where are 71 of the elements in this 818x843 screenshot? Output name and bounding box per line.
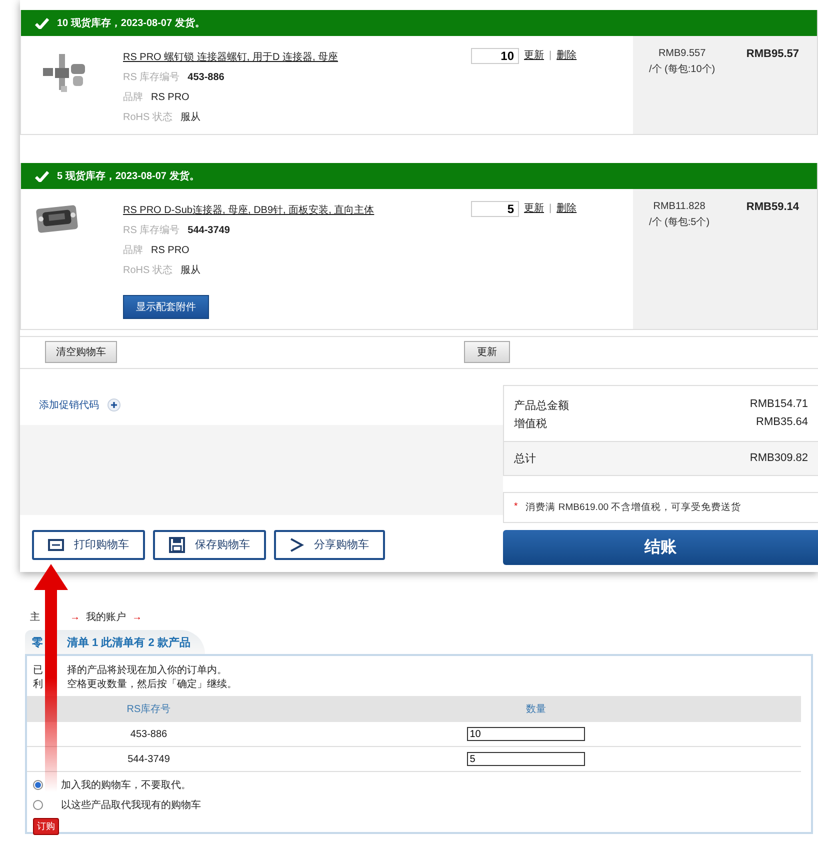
stock-note: 10 现货库存，2023-08-07 发货。: [57, 16, 205, 30]
update-button[interactable]: 更新: [464, 341, 510, 364]
checkout-button[interactable]: 结账: [503, 530, 818, 565]
brand-value: RS PRO: [151, 245, 190, 256]
link-separator: |: [549, 202, 552, 216]
shipping-note: 消费满 RMB619.00 不含增值税，可享受免费送货: [526, 500, 742, 514]
stock-number: 544-3749: [188, 225, 230, 236]
instruction-text: 空格更改数量，然后按「确定」继续。: [67, 679, 237, 690]
order-button[interactable]: 订购: [33, 818, 59, 835]
breadcrumb-link[interactable]: 主: [30, 610, 40, 624]
instruction-text: 已: [33, 665, 43, 676]
rohs-value: 服从: [180, 110, 200, 124]
field-label: RoHS 状态: [123, 110, 172, 124]
list-tab[interactable]: 零 清单 1 此清单有 2 款产品: [25, 630, 205, 654]
quantity-field[interactable]: 10: [471, 48, 519, 64]
pack-note: /个 (每包:10个): [649, 63, 716, 76]
field-label: RS 库存编号: [123, 70, 180, 84]
print-cart-button[interactable]: 打印购物车: [32, 530, 145, 560]
pack-note: /个 (每包:5个): [649, 216, 710, 229]
quantity-field[interactable]: 10: [466, 727, 585, 741]
rohs-value: 服从: [180, 264, 200, 277]
promo-code-link[interactable]: 添加促销代码: [39, 398, 99, 412]
update-link[interactable]: 更新: [524, 201, 544, 217]
summary-label: 产品总金额: [514, 398, 569, 413]
unit-price: RMB11.828: [653, 201, 706, 212]
column-header: RS库存号: [27, 696, 271, 722]
link-separator: |: [549, 49, 552, 63]
product-title-link[interactable]: RS PRO D-Sub连接器, 母座, DB9针, 面板安装, 直向主体: [123, 203, 443, 217]
option-label: 以这些产品取代我现有的购物车: [61, 798, 201, 812]
checkmark-icon: [35, 18, 49, 28]
instruction-text: 利: [33, 679, 43, 690]
delete-link[interactable]: 删除: [556, 48, 577, 64]
unit-price: RMB9.557: [658, 48, 706, 59]
delete-link[interactable]: 删除: [556, 201, 577, 217]
checkmark-icon: [35, 170, 49, 182]
asterisk: *: [514, 500, 518, 514]
accessories-button[interactable]: 显示配套附件: [123, 295, 209, 319]
total-label: 总计: [514, 452, 536, 466]
radio-button[interactable]: [33, 800, 43, 810]
field-label: 品牌: [123, 91, 143, 104]
quantity-field[interactable]: 5: [471, 201, 519, 217]
stock-note: 5 现货库存，2023-08-07 发货。: [57, 169, 200, 183]
summary-value: RMB154.71: [750, 398, 808, 412]
stock-number: 453-886: [188, 72, 224, 83]
printer-icon: [48, 538, 64, 551]
column-header: 数量: [270, 696, 801, 722]
summary-value: RMB35.64: [756, 416, 808, 430]
brand-value: RS PRO: [151, 92, 190, 103]
clear-cart-button[interactable]: 清空购物车: [45, 341, 117, 364]
save-cart-button[interactable]: 保存购物车: [153, 530, 266, 560]
share-icon: [290, 538, 304, 552]
breadcrumb-separator: →: [70, 612, 80, 622]
summary-label: 增值税: [514, 416, 547, 431]
share-cart-button[interactable]: 分享购物车: [274, 530, 385, 560]
field-label: RoHS 状态: [123, 264, 172, 277]
product-title-link[interactable]: RS PRO 螺钉锁 连接器螺钉, 用于D 连接器, 母座: [123, 50, 443, 64]
breadcrumb-separator: →: [132, 612, 142, 622]
field-label: RS 库存编号: [123, 224, 180, 237]
instruction-text: 择的产品将於现在加入你的订单内。: [67, 665, 227, 676]
line-total: RMB59.14: [746, 201, 799, 215]
option-label: 加入我的购物车，不要取代。: [61, 778, 191, 792]
line-total: RMB95.57: [746, 48, 799, 62]
radio-button[interactable]: [33, 780, 43, 790]
quantity-field[interactable]: 5: [466, 752, 585, 766]
stock-number: 453-886: [130, 728, 168, 740]
breadcrumb-link[interactable]: 我的账户: [86, 610, 126, 624]
plus-icon[interactable]: [107, 398, 121, 412]
field-label: 品牌: [123, 244, 143, 257]
total-value: RMB309.82: [750, 452, 808, 464]
stock-number: 544-3749: [128, 754, 170, 764]
update-link[interactable]: 更新: [524, 48, 544, 64]
